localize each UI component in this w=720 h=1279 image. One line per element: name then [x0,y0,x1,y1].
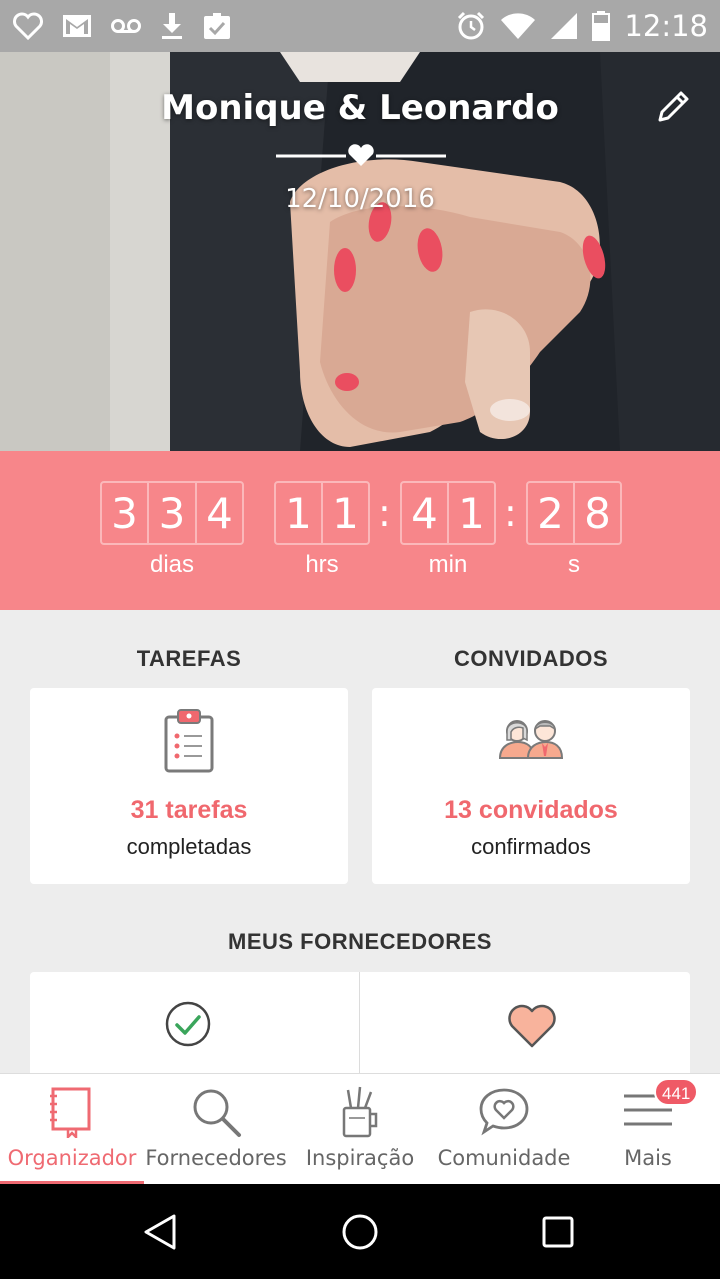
tab-label: Comunidade [437,1146,571,1170]
clipboard-list-icon [164,709,214,773]
time-separator: : [504,491,517,535]
edit-button[interactable] [654,86,694,126]
hired-vendors-tile[interactable] [30,972,359,1082]
search-icon [193,1089,241,1137]
digit: 4 [400,481,448,545]
tasks-subtitle: completadas [126,834,252,859]
chat-heart-icon [479,1088,529,1136]
recents-icon[interactable] [540,1214,576,1250]
hours-label: hrs [305,551,339,578]
vendors-card [30,972,690,1082]
digit: 8 [574,481,622,545]
time-separator: : [378,491,391,535]
tab-label: Organizador [7,1146,137,1170]
gmail-icon [62,13,92,39]
tasks-title: TAREFAS [136,646,242,671]
digit: 1 [322,481,370,545]
clipboard-check-icon [202,11,232,41]
digit: 1 [448,481,496,545]
digit: 1 [274,481,322,545]
status-time: 12:18 [624,9,708,43]
notebook-icon [50,1087,91,1138]
status-left-icons [12,11,232,41]
tab-label: Inspiração [305,1146,415,1170]
tasks-count: 31 tarefas [130,796,248,824]
download-icon [160,11,184,41]
heart-divider-icon [276,144,446,166]
heart-outline-icon [12,12,44,40]
notification-badge: 441 [654,1078,699,1106]
screen: 12:18 Monique & Leonardo 12/10/2016 3 3 … [0,0,720,1279]
tab-fornecedores[interactable]: Fornecedores [144,1074,288,1185]
alarm-icon [456,11,486,41]
status-bar: 12:18 [0,0,720,52]
guests-subtitle: confirmados [471,834,591,859]
days-label: dias [149,551,195,578]
minutes-digits: 4 1 [400,481,496,545]
bottom-tab-bar: Organizador Fornecedores Inspiração Comu… [0,1073,720,1185]
guests-count: 13 convidados [444,796,618,824]
minutes-label: min [428,551,468,578]
couple-icon [498,720,564,759]
tasks-card[interactable]: 31 tarefas completadas [30,688,348,884]
tab-label: Mais [624,1146,672,1170]
voicemail-icon [110,18,142,34]
system-nav-bar [0,1184,720,1279]
guests-title: CONVIDADOS [453,646,609,671]
hero-header: Monique & Leonardo 12/10/2016 [0,52,720,451]
signal-icon [550,12,578,40]
digit: 2 [526,481,574,545]
heart-icon [508,1004,556,1048]
digit: 3 [100,481,148,545]
battery-icon [592,11,611,41]
tab-mais[interactable]: Mais [576,1074,720,1185]
hours-digits: 1 1 [274,481,370,545]
guests-card[interactable]: 13 convidados confirmados [372,688,690,884]
seconds-label: s [568,551,580,578]
pencil-cup-icon [342,1086,378,1138]
pencil-icon [658,91,689,122]
couple-names: Monique & Leonardo [161,88,559,128]
home-icon[interactable] [340,1212,380,1252]
tab-organizador[interactable]: Organizador [0,1074,144,1185]
days-digits: 3 3 4 [100,481,244,545]
status-right-icons: 12:18 [456,9,708,43]
favorite-vendors-tile[interactable] [360,972,690,1082]
back-icon[interactable] [140,1212,180,1252]
seconds-digits: 2 8 [526,481,622,545]
digit: 3 [148,481,196,545]
vendors-title: MEUS FORNECEDORES [228,929,492,954]
wifi-icon [500,12,536,40]
tab-comunidade[interactable]: Comunidade [432,1074,576,1185]
tab-label: Fornecedores [145,1146,287,1170]
tab-inspiracao[interactable]: Inspiração [288,1074,432,1185]
digit: 4 [196,481,244,545]
countdown-panel: 3 3 4 1 1 : 4 1 : 2 8 dias hrs min s [0,451,720,610]
check-circle-icon [165,1001,211,1047]
wedding-date: 12/10/2016 [285,184,435,214]
